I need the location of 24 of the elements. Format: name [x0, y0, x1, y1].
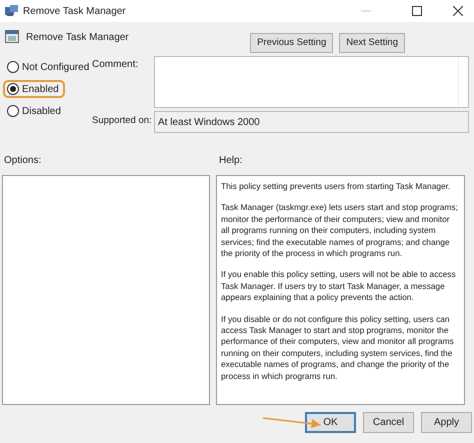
comment-label: Comment: [92, 58, 140, 72]
window-title: Remove Task Manager [23, 4, 126, 18]
options-label: Options: [3, 154, 42, 168]
maximize-icon[interactable] [412, 6, 422, 16]
help-paragraph: This policy setting prevents users from starting Task Manager. [221, 181, 452, 192]
nav-button[interactable]: Previous Setting [250, 33, 334, 53]
help-label: Help: [218, 154, 242, 168]
dialog-button[interactable]: Apply [421, 412, 472, 433]
annotation-arrow [262, 416, 322, 430]
supported-label: Supported on: [92, 114, 153, 128]
radio-option[interactable]: Enabled [3, 80, 65, 98]
help-paragraph: If you disable or do not configure this policy setting, users can access Task Manager to start and stop programs, monitor the performance of their computers, view and monitor all programs running on their computers, including system services, find the executable names of programs, and change the priority of the process in which programs run. [221, 314, 455, 382]
window-icon [5, 5, 18, 17]
help-paragraph: If you enable this policy setting, users will not be able to access Task Manager. If users try to start Task Manager, a message appears explaining that a policy prevents the action. [221, 269, 457, 304]
nav-button[interactable]: Next Setting [339, 33, 405, 53]
policy-icon [5, 30, 19, 43]
dialog-button[interactable]: Cancel [363, 412, 414, 433]
radio-option[interactable]: Disabled [3, 102, 65, 120]
dialog-button[interactable]: OK [305, 412, 356, 433]
policy-title: Remove Task Manager [26, 31, 129, 45]
help-paragraph: Task Manager (taskmgr.exe) lets users start and stop programs; monitor the performance of their computers; view and monitor all programs running on their computers, including system services; find the executable names of programs; and change the priority of the process in which programs run. [221, 202, 459, 260]
close-icon[interactable] [453, 6, 463, 16]
supported-field: At least Windows 2000 [154, 111, 469, 133]
radio-option[interactable]: Not Configured [3, 58, 94, 76]
